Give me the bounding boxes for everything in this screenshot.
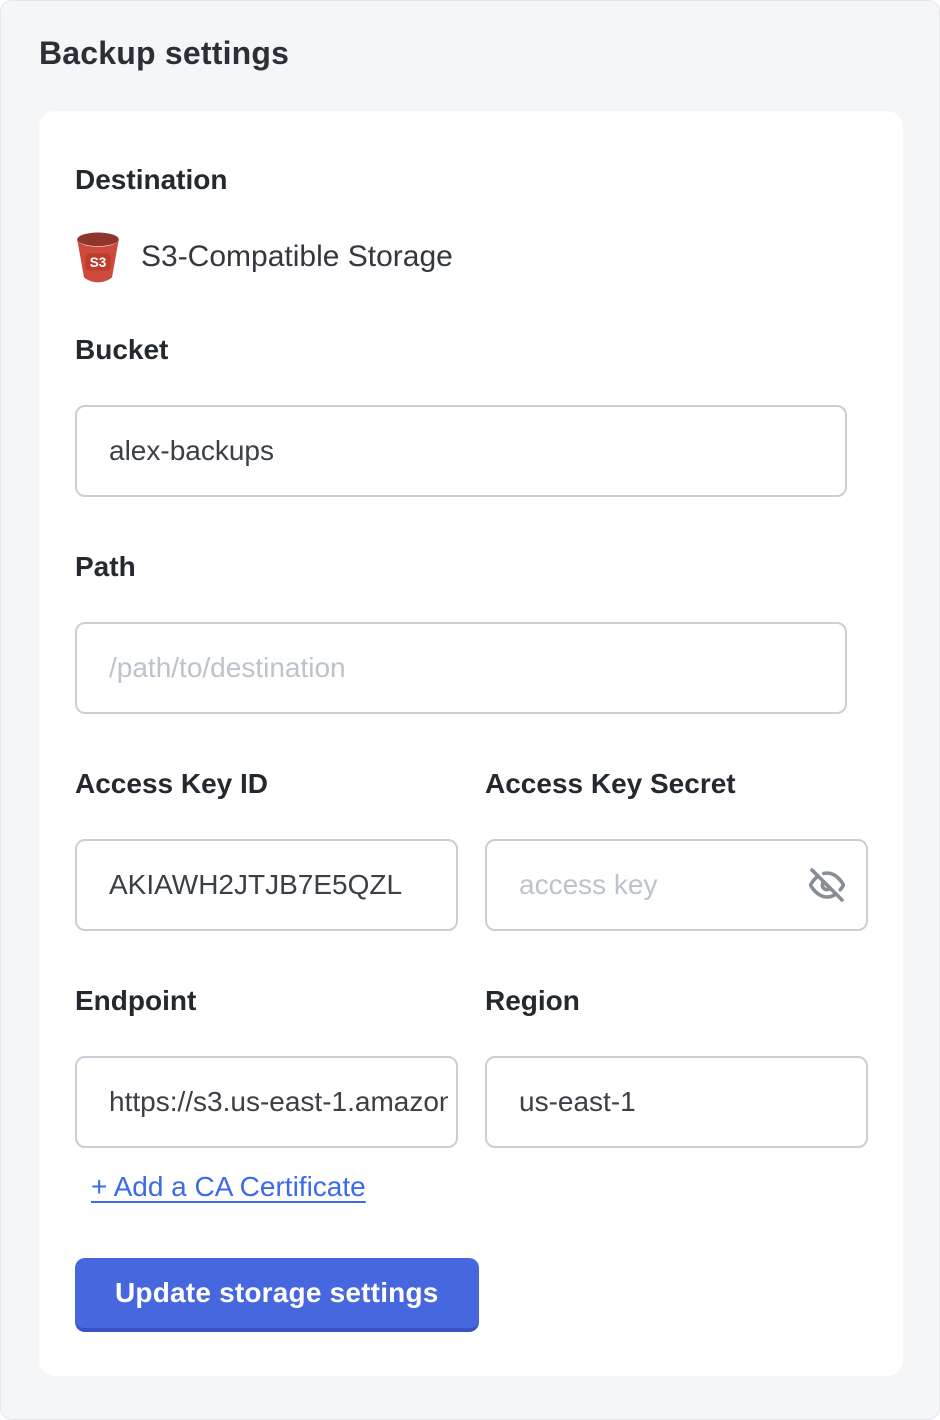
s3-bucket-icon: S3: [75, 231, 121, 283]
endpoint-input[interactable]: [75, 1056, 458, 1148]
page-title: Backup settings: [39, 33, 901, 73]
add-ca-certificate-link[interactable]: + Add a CA Certificate: [91, 1170, 366, 1204]
bucket-label: Bucket: [75, 333, 867, 367]
eye-off-icon[interactable]: [808, 866, 846, 904]
endpoint-label: Endpoint: [75, 984, 458, 1018]
update-storage-settings-button[interactable]: Update storage settings: [75, 1258, 479, 1332]
backup-settings-page: Backup settings Destination S3 S3-Compat…: [0, 0, 940, 1420]
destination-row: S3 S3-Compatible Storage: [75, 229, 867, 285]
region-input[interactable]: [485, 1056, 868, 1148]
endpoint-region-labels-row: Endpoint Region: [75, 984, 867, 1018]
svg-text:S3: S3: [90, 255, 107, 270]
backup-settings-card: Destination S3 S3-Compatible Storage Buc…: [39, 111, 903, 1376]
access-key-secret-label: Access Key Secret: [485, 767, 868, 801]
access-key-id-label: Access Key ID: [75, 767, 458, 801]
region-label: Region: [485, 984, 868, 1018]
path-input[interactable]: [75, 622, 847, 714]
access-key-id-input[interactable]: [75, 839, 458, 931]
endpoint-region-inputs-row: [75, 1056, 867, 1148]
destination-label: Destination: [75, 163, 867, 197]
destination-value: S3-Compatible Storage: [141, 239, 453, 275]
path-label: Path: [75, 550, 867, 584]
access-key-inputs-row: [75, 839, 867, 931]
access-key-labels-row: Access Key ID Access Key Secret: [75, 767, 867, 801]
bucket-input[interactable]: [75, 405, 847, 497]
